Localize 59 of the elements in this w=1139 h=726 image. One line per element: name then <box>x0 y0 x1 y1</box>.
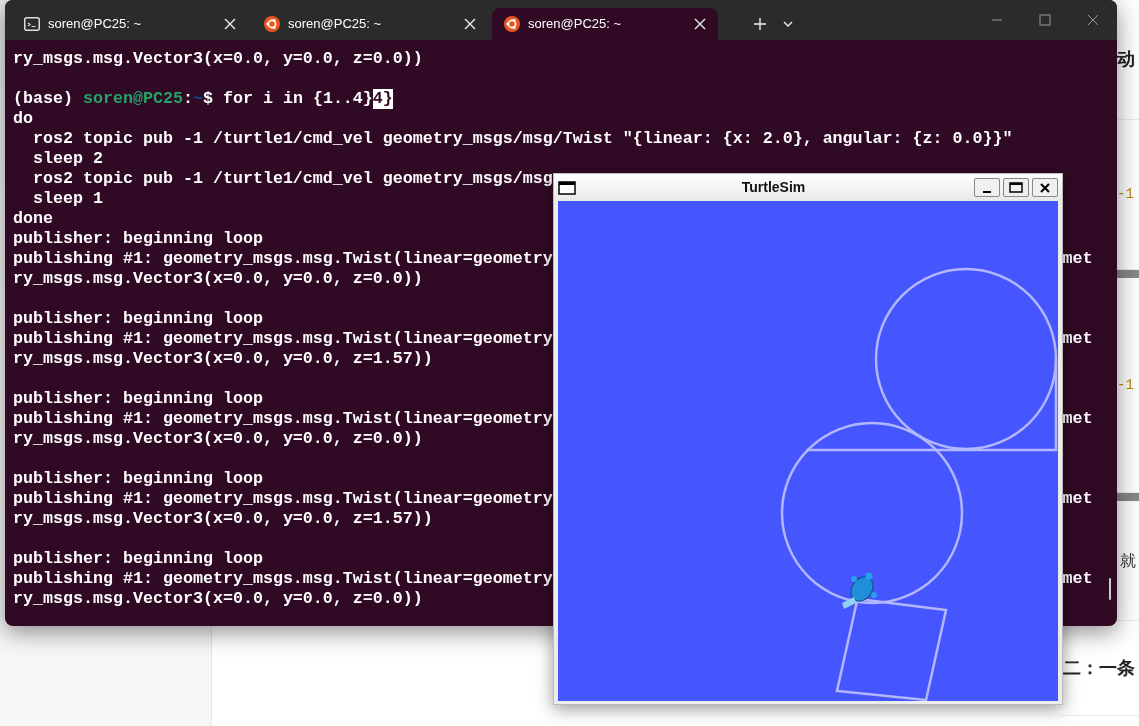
terminal-line: met <box>1062 489 1093 509</box>
code-text: -1 <box>1116 185 1134 204</box>
close-icon[interactable] <box>462 16 478 32</box>
terminal-line: met <box>1062 569 1093 589</box>
terminal-line: publisher: beginning loop <box>13 229 263 249</box>
terminal-line: ry_msgs.msg.Vector3(x=0.0, y=0.0, z=1.57)) <box>13 509 433 529</box>
code-scrollbar[interactable] <box>1117 270 1139 278</box>
circle-logo-icon <box>264 16 280 32</box>
terminal-tab[interactable]: soren@PC25: ~ <box>252 8 488 40</box>
close-icon <box>1087 14 1099 26</box>
terminal-line: publisher: beginning loop <box>13 309 263 329</box>
terminal-line: ry_msgs.msg.Vector3(x=0.0, y=0.0, z=0.0)) <box>13 589 423 609</box>
close-icon <box>1040 182 1050 193</box>
terminal-line: publisher: beginning loop <box>13 469 263 489</box>
code-scrollbar[interactable] <box>1117 493 1139 501</box>
scrollbar-thumb[interactable] <box>1109 578 1111 600</box>
close-icon[interactable] <box>692 16 708 32</box>
terminal-line: ros2 topic pub -1 /turtle1/cmd_vel geometry_msgs/msg/Twist "{linear: {x: 2.0}, angular: {z: 0.0}}" <box>32 129 1013 149</box>
maximize-icon <box>1039 14 1051 26</box>
terminal-line: done <box>13 209 53 229</box>
terminal-icon <box>24 17 40 31</box>
code-text: -1 <box>1116 375 1134 395</box>
terminal-tab[interactable]: soren@PC25: ~ <box>492 8 718 40</box>
turtle-icon <box>842 572 877 609</box>
terminal-line: sleep 2 <box>32 149 103 169</box>
terminal-line: publishing #1: geometry_msgs.msg.Twist(linear=geometry <box>13 409 553 429</box>
minimize-icon <box>983 190 991 193</box>
terminal-line: ry_msgs.msg.Vector3(x=0.0, y=0.0, z=0.0)) <box>13 49 423 69</box>
terminal-line: sleep 1 <box>32 189 103 209</box>
maximize-button[interactable] <box>1003 178 1029 197</box>
terminal-line: met <box>1062 249 1093 269</box>
terminal-line: do <box>13 109 33 129</box>
terminal-tab[interactable]: soren@PC25: ~ <box>12 8 248 40</box>
chevron-down-icon <box>782 20 794 28</box>
window-title: TurtleSim <box>740 178 807 197</box>
terminal-prompt: (base) soren@PC25:~$ for i in {1..4} <box>13 89 373 109</box>
circle-logo-icon <box>504 16 520 32</box>
text-cursor: 4} <box>372 89 393 109</box>
body-text: 就 <box>1119 550 1136 571</box>
terminal-line: ry_msgs.msg.Vector3(x=0.0, y=0.0, z=0.0)) <box>13 429 423 449</box>
plus-icon <box>753 17 767 31</box>
terminal-line: publishing #1: geometry_msgs.msg.Twist(linear=geometry <box>13 569 553 589</box>
terminal-line: ry_msgs.msg.Vector3(x=0.0, y=0.0, z=0.0)) <box>13 269 423 289</box>
terminal-line: met <box>1062 409 1093 429</box>
terminal-line: ros2 topic pub -1 /turtle1/cmd_vel geometry_msgs/msg <box>32 169 553 189</box>
minimize-button[interactable] <box>974 178 1000 197</box>
close-button[interactable] <box>1032 178 1058 197</box>
window-icon <box>558 180 576 195</box>
terminal-line: publishing #1: geometry_msgs.msg.Twist(linear=geometry <box>13 249 553 269</box>
terminal-line: publisher: beginning loop <box>13 389 263 409</box>
terminal-line: ry_msgs.msg.Vector3(x=0.0, y=0.0, z=1.57)) <box>13 349 433 369</box>
terminal-line: publisher: beginning loop <box>13 549 263 569</box>
section-heading: 动 <box>1117 48 1135 71</box>
terminal-line: met <box>1062 329 1093 349</box>
maximize-icon <box>1009 182 1023 193</box>
terminal-line: publishing #1: geometry_msgs.msg.Twist(linear=geometry <box>13 489 553 509</box>
close-icon[interactable] <box>222 16 238 32</box>
terminal-line: publishing #1: geometry_msgs.msg.Twist(linear=geometry <box>13 329 553 349</box>
section-heading: 二：一条 <box>1063 656 1135 680</box>
